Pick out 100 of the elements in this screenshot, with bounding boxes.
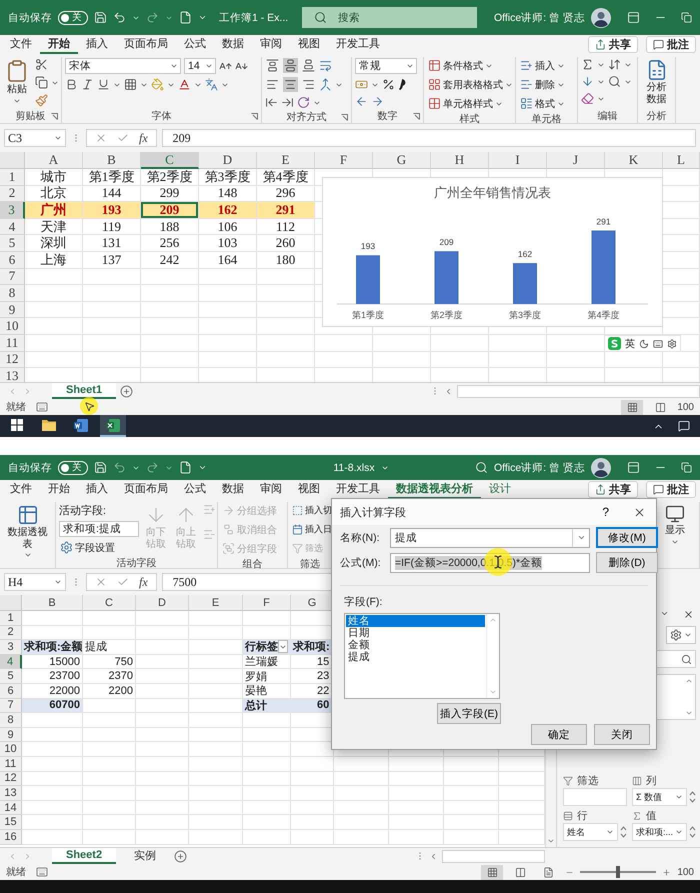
field-chip[interactable]: 求和项:...: [632, 823, 687, 841]
row-header[interactable]: 7: [0, 698, 22, 714]
column-header[interactable]: C: [83, 595, 136, 611]
ribbon-tab[interactable]: 审阅: [252, 480, 290, 499]
ribbon-tab[interactable]: 插入: [78, 35, 116, 54]
name-box[interactable]: H4: [4, 573, 66, 591]
comments-button[interactable]: 批注: [646, 481, 696, 498]
number-format-field[interactable]: 常规: [355, 58, 417, 74]
row-header[interactable]: 13: [0, 368, 25, 382]
ribbon-tab[interactable]: 插入: [78, 480, 116, 499]
ribbon-tab[interactable]: 公式: [176, 480, 214, 499]
row-header[interactable]: 13: [0, 786, 22, 801]
ribbon-tab[interactable]: 开发工具: [328, 480, 388, 499]
row-header[interactable]: 3: [0, 640, 22, 655]
column-header[interactable]: A: [25, 152, 83, 169]
row-header[interactable]: 7: [0, 268, 25, 286]
filter-menu-button[interactable]: 插入日: [291, 522, 333, 537]
font-size-field[interactable]: 14: [184, 58, 216, 74]
row-header[interactable]: 10: [0, 742, 22, 757]
row-header[interactable]: 9: [0, 302, 25, 318]
row-header[interactable]: 9: [0, 728, 22, 742]
row-header[interactable]: 8: [0, 285, 25, 302]
column-header[interactable]: E: [189, 595, 243, 611]
column-header[interactable]: F: [243, 595, 291, 611]
field-chip[interactable]: Σ 数值: [632, 788, 687, 806]
list-item[interactable]: 日期: [346, 626, 485, 639]
list-item[interactable]: 金额: [346, 638, 485, 651]
formula-field[interactable]: 209: [162, 129, 696, 147]
row-header[interactable]: 2: [0, 186, 25, 202]
field-chip[interactable]: 姓名: [563, 823, 618, 841]
row-header[interactable]: 1: [0, 169, 25, 186]
cells-menu-button[interactable]: 格式: [519, 96, 566, 111]
analyze-data-button[interactable]: 分析数据: [641, 58, 672, 106]
ribbon-tab[interactable]: 数据: [214, 35, 252, 54]
font-field[interactable]: 宋体: [65, 58, 181, 74]
search-field[interactable]: 搜索: [302, 7, 478, 28]
row-header[interactable]: 12: [0, 772, 22, 786]
list-item[interactable]: 提成: [346, 650, 485, 663]
cells-menu-button[interactable]: 插入: [519, 58, 566, 73]
column-header[interactable]: K: [605, 152, 663, 169]
cells-menu-button[interactable]: 删除: [519, 77, 566, 92]
column-header[interactable]: D: [136, 595, 189, 611]
pivottable-button[interactable]: 数据透视表: [3, 503, 52, 560]
help-button[interactable]: ?: [602, 505, 609, 519]
insert-function-button[interactable]: fx: [139, 574, 148, 590]
list-item[interactable]: 姓名: [346, 614, 485, 627]
ribbon-tab[interactable]: 开发工具: [328, 35, 388, 54]
ribbon-tab[interactable]: 文件: [2, 480, 40, 499]
row-header[interactable]: 14: [0, 800, 22, 816]
show-button[interactable]: 显示: [663, 503, 687, 546]
ribbon-tab[interactable]: 页面布局: [116, 480, 176, 499]
ribbon-tab[interactable]: 视图: [290, 35, 328, 54]
sheet-tab[interactable]: Sheet1: [52, 383, 116, 399]
column-header[interactable]: D: [199, 152, 257, 169]
row-header[interactable]: 2: [0, 626, 22, 640]
ribbon-tab[interactable]: 开始: [40, 480, 78, 499]
style-menu-button[interactable]: 条件格式: [427, 58, 494, 73]
row-header[interactable]: 12: [0, 352, 25, 368]
name-box[interactable]: C3: [4, 129, 66, 147]
row-header[interactable]: 1: [0, 611, 22, 626]
ribbon-tab[interactable]: 文件: [2, 35, 40, 54]
insert-function-button[interactable]: fx: [139, 130, 148, 146]
name-field[interactable]: 提成: [390, 528, 590, 548]
column-header[interactable]: J: [547, 152, 605, 169]
column-header[interactable]: E: [257, 152, 315, 169]
column-header[interactable]: H: [431, 152, 489, 169]
column-header[interactable]: B: [22, 595, 83, 611]
row-header[interactable]: 16: [0, 830, 22, 844]
sheet-tab[interactable]: 实例: [120, 848, 170, 864]
column-header[interactable]: G: [291, 595, 334, 611]
share-button[interactable]: 共享: [588, 36, 638, 53]
row-header[interactable]: 11: [0, 334, 25, 352]
row-header[interactable]: 5: [0, 669, 22, 684]
column-header[interactable]: I: [489, 152, 547, 169]
row-header[interactable]: 8: [0, 713, 22, 728]
column-header[interactable]: B: [83, 152, 141, 169]
paste-button[interactable]: 粘贴: [3, 58, 31, 106]
row-header[interactable]: 3: [0, 202, 25, 219]
style-menu-button[interactable]: 单元格样式: [427, 96, 504, 111]
share-button[interactable]: 共享: [588, 481, 638, 498]
row-header[interactable]: 6: [0, 684, 22, 699]
row-header[interactable]: 6: [0, 252, 25, 269]
comments-button[interactable]: 批注: [646, 36, 696, 53]
ribbon-tab[interactable]: 数据: [214, 480, 252, 499]
ribbon-tab[interactable]: 公式: [176, 35, 214, 54]
style-menu-button[interactable]: 套用表格格式: [427, 77, 514, 92]
column-header[interactable]: F: [315, 152, 373, 169]
modify-button[interactable]: 修改(M): [596, 527, 658, 548]
row-header[interactable]: 15: [0, 815, 22, 830]
ribbon-tab[interactable]: 审阅: [252, 35, 290, 54]
ribbon-tab[interactable]: 视图: [290, 480, 328, 499]
autosave-toggle[interactable]: 关: [58, 10, 88, 24]
row-header[interactable]: 5: [0, 235, 25, 252]
field-settings-button[interactable]: 字段设置: [59, 540, 139, 555]
ribbon-tab[interactable]: 设计: [481, 480, 519, 499]
row-header[interactable]: 11: [0, 756, 22, 772]
fields-listbox[interactable]: 姓名 日期 金额 提成: [344, 612, 500, 699]
ok-button[interactable]: 确定: [531, 724, 587, 745]
row-header[interactable]: 4: [0, 654, 22, 670]
delete-button[interactable]: 删除(D): [596, 552, 658, 573]
